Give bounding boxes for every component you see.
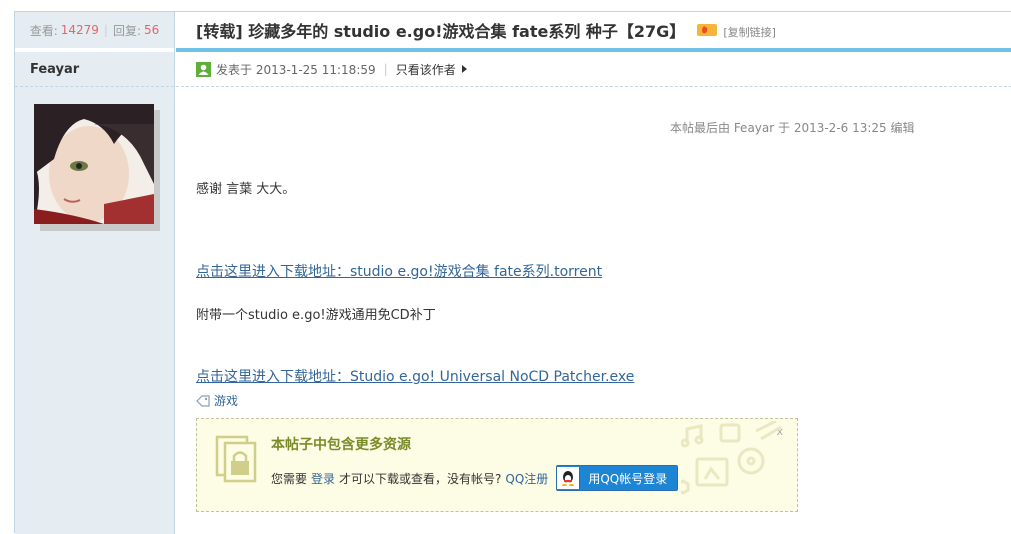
user-online-icon xyxy=(196,61,211,77)
meta-separator: | xyxy=(383,62,388,76)
views-label: 查看: xyxy=(29,23,58,38)
login-link[interactable]: 登录 xyxy=(311,470,335,487)
thread-title-bar: [转载] 珍藏多年的 studio e.go!游戏合集 fate系列 种子【27… xyxy=(176,12,1011,52)
qq-penguin-icon xyxy=(557,467,581,489)
resource-box-title: 本帖子中包含更多资源 xyxy=(271,437,411,453)
arrow-right-icon xyxy=(461,65,467,73)
avatar[interactable] xyxy=(34,104,160,231)
post-text-patch: 附带一个studio e.go!游戏通用免CD补丁 xyxy=(196,308,436,323)
thread-title: [转载] 珍藏多年的 studio e.go!游戏合集 fate系列 种子【27… xyxy=(196,22,686,41)
lock-icon xyxy=(215,435,257,483)
tag-link[interactable]: 游戏 xyxy=(214,392,238,409)
tag-row: 游戏 xyxy=(196,392,238,409)
author-name-text[interactable]: Feayar xyxy=(30,62,79,77)
tag-icon xyxy=(196,394,210,407)
stats-separator: | xyxy=(103,23,108,37)
login-prompt-middle: 才可以下载或查看，没有帐号? xyxy=(339,471,502,486)
post-meta: 发表于 2013-1-25 11:18:59 | 只看该作者 xyxy=(176,52,1011,87)
decorative-media-icons xyxy=(681,421,782,495)
hidden-resource-box: x 本帖子中包含更多资源 您需要 登录 才可以下载或查看，没有帐号? QQ注册 xyxy=(196,418,798,512)
hot-icon xyxy=(697,23,718,37)
post-text-thanks: 感谢 言葉 大大。 xyxy=(196,182,296,197)
qq-register-link[interactable]: QQ注册 xyxy=(505,470,548,487)
avatar-image[interactable] xyxy=(34,104,154,224)
copy-link[interactable]: [复制链接] xyxy=(723,24,776,40)
download-link-patcher[interactable]: 点击这里进入下载地址：Studio e.go! Universal NoCD P… xyxy=(196,366,634,386)
only-author-link[interactable]: 只看该作者 xyxy=(396,61,456,78)
login-prompt: 您需要 登录 才可以下载或查看，没有帐号? QQ注册 用QQ帐号登录 xyxy=(271,465,679,491)
views-count: 14279 xyxy=(60,23,99,37)
post-container: 查看: 14279 | 回复: 56 Feayar [转载] 珍藏多年的 stu… xyxy=(14,11,1011,534)
edit-note: 本帖最后由 Feayar 于 2013-2-6 13:25 编辑 xyxy=(670,121,915,135)
login-prompt-prefix: 您需要 xyxy=(271,471,308,486)
qq-login-label[interactable]: 用QQ帐号登录 xyxy=(588,470,667,487)
replies-label: 回复: xyxy=(112,23,142,38)
post-main: [转载] 珍藏多年的 studio e.go!游戏合集 fate系列 种子【27… xyxy=(176,12,1011,534)
thread-stats: 查看: 14279 | 回复: 56 xyxy=(15,12,174,52)
post-date: 发表于 2013-1-25 11:18:59 xyxy=(216,62,376,77)
post-sidebar: 查看: 14279 | 回复: 56 Feayar xyxy=(15,12,175,534)
author-name[interactable]: Feayar xyxy=(15,52,174,87)
download-link-torrent[interactable]: 点击这里进入下载地址：studio e.go!游戏合集 fate系列.torre… xyxy=(196,261,602,281)
qq-login-button[interactable]: 用QQ帐号登录 xyxy=(556,465,679,491)
replies-count: 56 xyxy=(144,23,160,37)
